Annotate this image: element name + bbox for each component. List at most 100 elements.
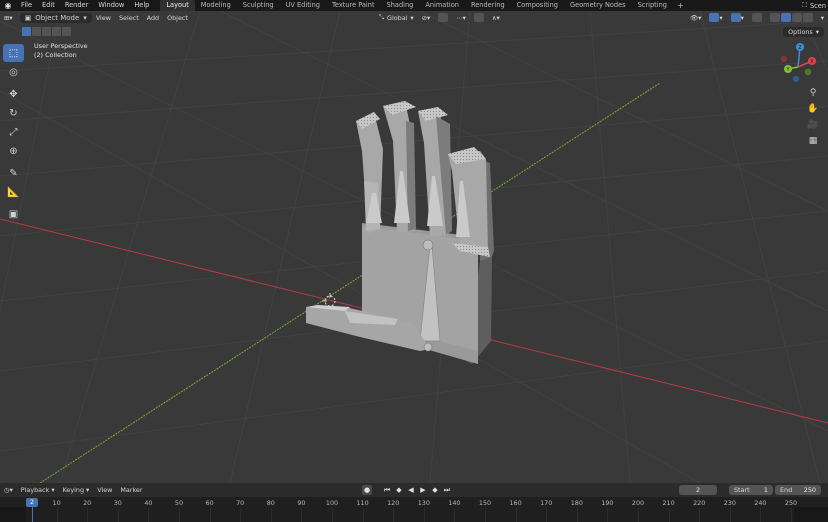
gizmo-toggle-icon[interactable]: ▾ bbox=[705, 13, 726, 23]
menu-playback[interactable]: Playback ▾ bbox=[17, 486, 59, 494]
menu-render[interactable]: Render bbox=[60, 0, 93, 11]
play-reverse-icon[interactable]: ◀ bbox=[406, 485, 416, 495]
play-icon[interactable]: ▶ bbox=[418, 485, 428, 495]
menu-window[interactable]: Window bbox=[93, 0, 129, 11]
workspace-tab-sculpting[interactable]: Sculpting bbox=[237, 0, 280, 11]
scale-tool-icon[interactable]: ⤢ bbox=[3, 123, 24, 141]
zoom-icon[interactable]: ⚲ bbox=[807, 87, 819, 99]
menu-file[interactable]: File bbox=[16, 0, 37, 11]
menu-marker[interactable]: Marker bbox=[116, 486, 146, 494]
workspace-tab-animation[interactable]: Animation bbox=[419, 0, 465, 11]
menu-keying[interactable]: Keying ▾ bbox=[59, 486, 94, 494]
add-cube-tool-icon[interactable]: ▣ bbox=[3, 205, 24, 223]
scene-selector[interactable]: ⛶ Scen bbox=[802, 0, 828, 11]
select-extend-icon[interactable] bbox=[32, 27, 41, 36]
shading-modes[interactable] bbox=[766, 13, 817, 23]
timeline-tick-line bbox=[576, 508, 578, 522]
select-box-tool-icon[interactable]: ⬚ bbox=[3, 44, 24, 62]
timeline-tick-line bbox=[699, 508, 701, 522]
workspace-tab-rendering[interactable]: Rendering bbox=[465, 0, 511, 11]
workspace-tab-layout[interactable]: Layout bbox=[160, 0, 195, 11]
timeline-tick-line bbox=[668, 508, 670, 522]
menu-select[interactable]: Select bbox=[115, 13, 143, 23]
auto-keying-record-icon[interactable]: ● bbox=[362, 485, 372, 495]
timeline-tick-label: 230 bbox=[723, 499, 736, 507]
timeline-tick-label: 250 bbox=[784, 499, 798, 507]
select-intersect-icon[interactable] bbox=[62, 27, 71, 36]
overlay-toggle-icon[interactable]: ▾ bbox=[727, 13, 748, 23]
camera-view-icon[interactable]: 🎥 bbox=[807, 119, 819, 131]
transform-orientation-label: Global bbox=[387, 13, 408, 22]
workspace-tab-compositing[interactable]: Compositing bbox=[511, 0, 564, 11]
xray-toggle-icon[interactable] bbox=[748, 13, 766, 23]
menu-view[interactable]: View bbox=[92, 13, 115, 23]
workspace-tab-shading[interactable]: Shading bbox=[381, 0, 420, 11]
jump-to-prev-keyframe-icon[interactable]: ◆ bbox=[394, 485, 404, 495]
object-mode-dropdown[interactable]: ▣ Object Mode ▾ bbox=[19, 12, 92, 23]
jump-to-start-icon[interactable]: ⏮ bbox=[382, 485, 392, 495]
snap-toggle-icon[interactable] bbox=[434, 13, 452, 23]
menu-edit[interactable]: Edit bbox=[37, 0, 60, 11]
gizmo-neg-x-axis[interactable] bbox=[780, 55, 788, 63]
timeline-editor-type-icon[interactable]: ◷▾ bbox=[0, 486, 17, 494]
gizmo-neg-z-axis[interactable] bbox=[792, 75, 800, 83]
hand-mesh[interactable] bbox=[306, 101, 494, 364]
navigation-gizmo[interactable]: Z X Y bbox=[778, 39, 818, 85]
timeline-tick-line bbox=[270, 508, 272, 522]
select-invert-icon[interactable] bbox=[52, 27, 61, 36]
timeline-tick-line bbox=[393, 508, 395, 522]
pivot-point-icon[interactable]: ⊘▾ bbox=[418, 13, 435, 23]
editor-type-icon[interactable]: ⊞▾ bbox=[0, 13, 17, 23]
snap-settings-icon[interactable]: ⋯▾ bbox=[452, 13, 470, 23]
measure-tool-icon[interactable]: 📐 bbox=[3, 183, 24, 201]
annotate-tool-icon[interactable]: ✎ bbox=[3, 164, 24, 182]
playhead[interactable]: 2 bbox=[26, 498, 38, 507]
workspace-tab-modeling[interactable]: Modeling bbox=[195, 0, 237, 11]
viewport-navigation: ⚲ ✋ 🎥 ▦ bbox=[806, 87, 820, 147]
blender-logo-icon[interactable]: ◉ bbox=[0, 0, 16, 11]
pan-hand-icon[interactable]: ✋ bbox=[807, 103, 819, 115]
scene-label: Scen bbox=[809, 1, 826, 10]
menu-help[interactable]: Help bbox=[129, 0, 154, 11]
proportional-editing-icon[interactable] bbox=[470, 13, 488, 23]
move-tool-icon[interactable]: ✥ bbox=[3, 85, 24, 103]
workspace-tab-uv-editing[interactable]: UV Editing bbox=[280, 0, 326, 11]
timeline-tick-line bbox=[423, 508, 425, 522]
transform-tool-icon[interactable]: ⊕ bbox=[3, 142, 24, 160]
select-subtract-icon[interactable] bbox=[42, 27, 51, 36]
falloff-icon[interactable]: ∧▾ bbox=[488, 13, 504, 23]
menu-add[interactable]: Add bbox=[143, 13, 163, 23]
workspace-tab-texture-paint[interactable]: Texture Paint bbox=[326, 0, 381, 11]
jump-to-next-keyframe-icon[interactable]: ◆ bbox=[430, 485, 440, 495]
timeline-ruler[interactable]: 10 20 30 40 50 60 70 80 90 100 110 120 130 140 150 160 1… bbox=[0, 497, 828, 522]
rotate-tool-icon[interactable]: ↻ bbox=[3, 104, 24, 122]
gizmo-neg-y-axis[interactable] bbox=[804, 68, 812, 76]
menu-timeline-view[interactable]: View bbox=[93, 486, 116, 494]
timeline-tick-label: 30 bbox=[113, 499, 122, 507]
wireframe-shading-icon[interactable] bbox=[769, 13, 780, 22]
grid-projection-icon[interactable]: ▦ bbox=[807, 135, 819, 147]
start-frame-field[interactable]: Start 1 bbox=[729, 485, 773, 495]
workspace-tab-scripting[interactable]: Scripting bbox=[632, 0, 673, 11]
menu-keying-label: Keying bbox=[62, 486, 84, 494]
transform-orientation-dropdown[interactable]: ⤡ Global ▾ bbox=[375, 13, 418, 23]
end-frame-field[interactable]: End 250 bbox=[775, 485, 821, 495]
timeline-tick-label: 160 bbox=[509, 499, 522, 507]
3d-viewport[interactable]: ⊞▾ ▣ Object Mode ▾ View Select Add Objec… bbox=[0, 11, 828, 483]
visibility-icon[interactable]: 👁▾ bbox=[686, 13, 705, 23]
jump-to-end-icon[interactable]: ⏭ bbox=[442, 485, 452, 495]
select-new-icon[interactable] bbox=[22, 27, 31, 36]
timeline-tick-line bbox=[607, 508, 609, 522]
menu-object[interactable]: Object bbox=[163, 13, 192, 23]
workspace-tab-geometry-nodes[interactable]: Geometry Nodes bbox=[564, 0, 632, 11]
start-frame-value: 1 bbox=[763, 486, 768, 494]
material-shading-icon[interactable] bbox=[791, 13, 802, 22]
options-dropdown[interactable]: Options ▾ bbox=[783, 27, 824, 37]
current-frame-field[interactable]: 2 bbox=[679, 485, 717, 495]
cursor-tool-icon[interactable]: ◎ bbox=[3, 63, 24, 81]
shading-options-icon[interactable]: ▾ bbox=[817, 13, 828, 23]
solid-shading-icon[interactable] bbox=[780, 13, 791, 22]
rendered-shading-icon[interactable] bbox=[802, 13, 813, 22]
add-workspace-icon[interactable]: + bbox=[673, 1, 688, 10]
tool-shelf: ⬚ ◎ ✥ ↻ ⤢ ⊕ ✎ 📐 ▣ bbox=[3, 44, 24, 223]
